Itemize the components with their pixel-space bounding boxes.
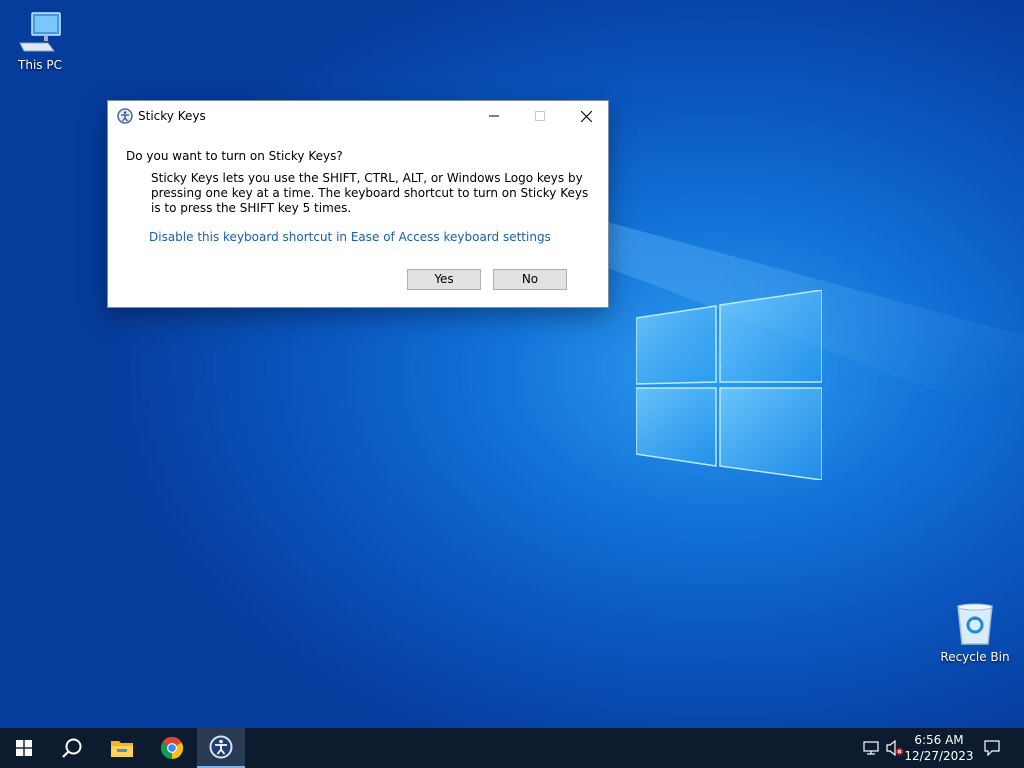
close-button[interactable] — [563, 101, 609, 131]
search-button[interactable] — [48, 728, 96, 768]
chrome-taskbar-button[interactable] — [148, 728, 196, 768]
network-icon — [863, 741, 879, 755]
system-clock[interactable]: 6:56 AM 12/27/2023 — [902, 732, 976, 764]
file-explorer-taskbar-button[interactable] — [98, 728, 146, 768]
taskbar: 6:56 AM 12/27/2023 — [0, 728, 1024, 768]
file-explorer-icon — [111, 741, 133, 757]
recycle-bin-icon — [957, 603, 993, 645]
this-pc-desktop-icon[interactable]: This PC — [0, 10, 80, 72]
no-button[interactable]: No — [493, 269, 567, 290]
clock-time: 6:56 AM — [914, 733, 964, 747]
dialog-titlebar[interactable]: Sticky Keys — [108, 101, 608, 131]
recycle-bin-label: Recycle Bin — [940, 650, 1010, 664]
sticky-keys-taskbar-button[interactable] — [197, 728, 245, 768]
sticky-keys-dialog: Sticky Keys Do you want to turn on Stick… — [107, 100, 609, 308]
dialog-title: Sticky Keys — [138, 109, 206, 123]
ease-of-access-settings-link[interactable]: Disable this keyboard shortcut in Ease o… — [149, 230, 551, 244]
this-pc-label: This PC — [18, 58, 62, 72]
computer-icon — [19, 12, 61, 52]
ease-of-access-icon — [117, 108, 133, 124]
maximize-icon — [535, 111, 545, 121]
close-icon — [580, 110, 592, 122]
maximize-button-disabled — [517, 101, 563, 131]
minimize-button[interactable] — [471, 101, 517, 131]
dialog-description: Sticky Keys lets you use the SHIFT, CTRL… — [151, 171, 589, 215]
start-icon — [16, 740, 32, 756]
dialog-question: Do you want to turn on Sticky Keys? — [126, 149, 343, 163]
start-button[interactable] — [0, 728, 48, 768]
network-tray-button[interactable] — [860, 728, 882, 768]
chrome-icon — [160, 736, 184, 760]
yes-button[interactable]: Yes — [407, 269, 481, 290]
clock-date: 12/27/2023 — [904, 749, 974, 763]
recycle-bin-desktop-icon[interactable]: Recycle Bin — [935, 602, 1015, 664]
windows-logo-wallpaper — [636, 290, 822, 480]
search-icon — [62, 738, 82, 758]
notification-icon — [984, 740, 1000, 756]
ease-of-access-icon — [209, 735, 233, 759]
minimize-icon — [489, 115, 499, 117]
action-center-button[interactable] — [978, 728, 1006, 768]
